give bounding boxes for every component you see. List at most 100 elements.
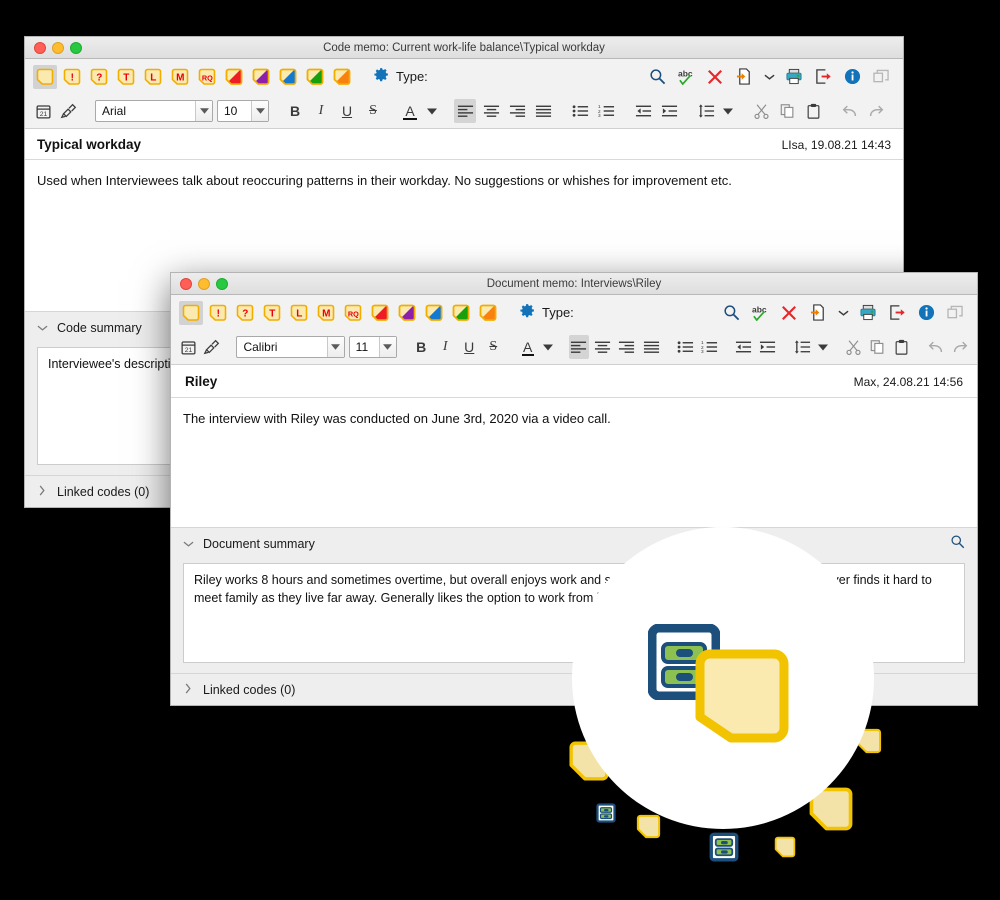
memo-type-purple[interactable] [395, 301, 419, 325]
close-button[interactable] [34, 41, 46, 54]
chevron-right-icon[interactable] [183, 683, 193, 697]
memo-type-orange[interactable] [330, 65, 354, 89]
align-left-icon[interactable] [568, 335, 589, 359]
line-spacing-icon[interactable] [792, 335, 812, 359]
line-spacing-icon[interactable] [695, 99, 717, 123]
memo-type-theory[interactable]: T [260, 301, 284, 325]
delete-icon[interactable] [705, 66, 725, 88]
export-dropdown-icon[interactable] [763, 66, 775, 88]
chevron-down-icon[interactable] [37, 321, 48, 335]
chevron-right-icon[interactable] [37, 485, 47, 499]
italic-icon[interactable]: I [435, 335, 455, 359]
window-controls[interactable] [171, 277, 228, 290]
memo-type-green[interactable] [303, 65, 327, 89]
redo-icon[interactable] [865, 99, 887, 123]
memo-type-green[interactable] [449, 301, 473, 325]
strikethrough-icon[interactable]: S [362, 99, 384, 123]
bullet-list-icon[interactable] [675, 335, 695, 359]
maximize-button[interactable] [216, 277, 228, 290]
info-icon[interactable] [842, 66, 862, 88]
increase-indent-icon[interactable] [758, 335, 778, 359]
search-icon[interactable] [950, 534, 977, 554]
memo-type-question[interactable]: ? [87, 65, 111, 89]
align-right-icon[interactable] [617, 335, 637, 359]
align-center-icon[interactable] [593, 335, 613, 359]
document-summary-section-header[interactable]: Document summary [171, 527, 977, 559]
memo-type-literature[interactable]: L [141, 65, 165, 89]
export-icon[interactable] [734, 66, 754, 88]
minimize-button[interactable] [52, 41, 64, 54]
memo-type-method[interactable]: M [314, 301, 338, 325]
date-insert-icon[interactable]: 21 [178, 335, 198, 359]
spellcheck-icon[interactable]: abc [750, 302, 770, 324]
exit-icon[interactable] [813, 66, 833, 88]
bold-icon[interactable]: B [284, 99, 306, 123]
format-toolbar[interactable]: 21 Arial 10 B I U S A 1 2 3 [25, 94, 903, 129]
print-icon[interactable] [858, 302, 878, 324]
maximize-button[interactable] [70, 41, 82, 54]
redo-icon[interactable] [950, 335, 970, 359]
strikethrough-icon[interactable]: S [483, 335, 503, 359]
chevron-down-icon[interactable] [251, 101, 268, 121]
font-family-select[interactable]: Calibri [236, 336, 345, 358]
memo-type-red[interactable] [222, 65, 246, 89]
font-color-icon[interactable]: A [399, 99, 421, 123]
italic-icon[interactable]: I [310, 99, 332, 123]
memo-type-important[interactable]: ! [206, 301, 230, 325]
spellcheck-icon[interactable]: abc [676, 66, 696, 88]
memo-actions[interactable]: abc [647, 66, 895, 88]
font-family-select[interactable]: Arial [95, 100, 213, 122]
memo-type-blue[interactable] [422, 301, 446, 325]
font-color-dropdown-icon[interactable] [425, 99, 439, 123]
memo-type-toolbar[interactable]: !? T L M RQ Type: abc [25, 59, 903, 94]
date-insert-icon[interactable]: 21 [32, 99, 54, 123]
memo-type-orange[interactable] [476, 301, 500, 325]
titlebar[interactable]: Document memo: Interviews\Riley [171, 273, 977, 295]
gear-icon[interactable] [519, 302, 536, 324]
memo-type-method[interactable]: M [168, 65, 192, 89]
copy-icon[interactable] [776, 99, 798, 123]
memo-type-research-question[interactable]: RQ [195, 65, 219, 89]
memo-type-blue[interactable] [276, 65, 300, 89]
align-right-icon[interactable] [506, 99, 528, 123]
format-toolbar[interactable]: 21 Calibri 11 B I U S A 1 2 3 [171, 330, 977, 365]
paste-icon[interactable] [802, 99, 824, 123]
type-selector[interactable]: Type: [519, 302, 574, 324]
numbered-list-icon[interactable]: 123 [595, 99, 617, 123]
export-icon[interactable] [808, 302, 828, 324]
memo-type-plain[interactable] [179, 300, 203, 325]
minimize-button[interactable] [198, 277, 210, 290]
memo-type-toolbar[interactable]: !? T L M RQ Type: abc [171, 295, 977, 330]
close-button[interactable] [180, 277, 192, 290]
bold-icon[interactable]: B [411, 335, 431, 359]
memo-text-area[interactable]: The interview with Riley was conducted o… [171, 398, 977, 527]
format-painter-icon[interactable] [202, 335, 222, 359]
underline-icon[interactable]: U [336, 99, 358, 123]
cut-icon[interactable] [844, 335, 864, 359]
memo-type-research-question[interactable]: RQ [341, 301, 365, 325]
line-spacing-dropdown-icon[interactable] [816, 335, 829, 359]
increase-indent-icon[interactable] [658, 99, 680, 123]
undo-icon[interactable] [839, 99, 861, 123]
chevron-down-icon[interactable] [183, 537, 194, 551]
numbered-list-icon[interactable]: 123 [699, 335, 719, 359]
chevron-down-icon[interactable] [195, 101, 212, 121]
search-icon[interactable] [647, 66, 667, 88]
align-left-icon[interactable] [454, 99, 476, 123]
memo-type-buttons[interactable]: !? T L M RQ [179, 300, 503, 325]
memo-type-plain[interactable] [33, 64, 57, 89]
titlebar[interactable]: Code memo: Current work-life balance\Typ… [25, 37, 903, 59]
memo-type-buttons[interactable]: !? T L M RQ [33, 64, 357, 89]
export-dropdown-icon[interactable] [837, 302, 849, 324]
font-size-select[interactable]: 10 [217, 100, 269, 122]
undo-icon[interactable] [926, 335, 946, 359]
bullet-list-icon[interactable] [569, 99, 591, 123]
type-selector[interactable]: Type: [373, 66, 428, 88]
window-controls[interactable] [25, 41, 82, 54]
memo-actions[interactable]: abc [721, 302, 969, 324]
decrease-indent-icon[interactable] [734, 335, 754, 359]
info-icon[interactable] [916, 302, 936, 324]
windows-icon[interactable] [871, 66, 891, 88]
print-icon[interactable] [784, 66, 804, 88]
format-painter-icon[interactable] [58, 99, 80, 123]
